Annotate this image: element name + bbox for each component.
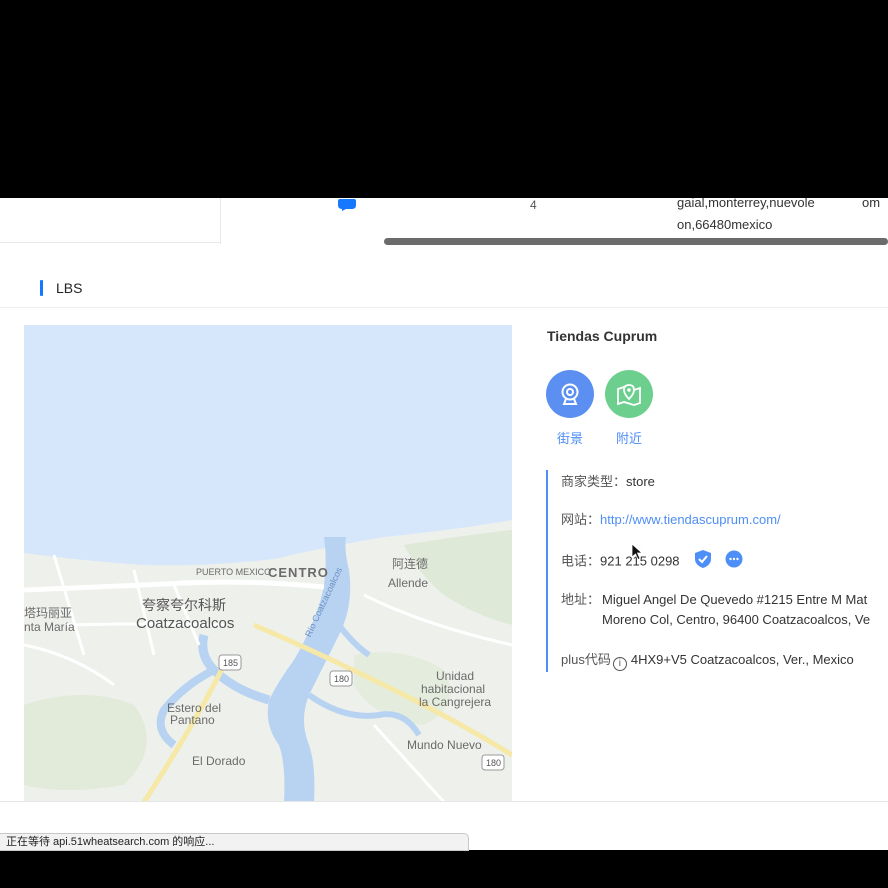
address-line: on,66480mexico xyxy=(677,217,773,232)
highway-shield: 185 xyxy=(223,658,238,668)
detail-value: store xyxy=(626,474,655,489)
map-label: El Dorado xyxy=(192,754,246,768)
map-label: 塔玛丽亚 xyxy=(24,606,72,620)
detail-label: 商家类型： xyxy=(561,474,627,489)
detail-label: plus代码 xyxy=(561,652,611,667)
address-line: Miguel Angel De Quevedo #1215 Entre M Ma… xyxy=(602,592,868,607)
detail-label: 电话： xyxy=(561,553,601,569)
address-line: gaial,monterrey,nuevole xyxy=(677,198,815,210)
address-line: Moreno Col, Centro, 96400 Coatzacoalcos,… xyxy=(602,612,871,627)
chat-icon[interactable] xyxy=(338,198,356,211)
table-divider xyxy=(0,242,220,243)
highway-shield: 180 xyxy=(334,674,349,684)
detail-row-phone: 电话：921 215 0298 xyxy=(561,550,743,574)
store-name: Tiendas Cuprum xyxy=(547,328,658,344)
table-cell-count: 4 xyxy=(530,198,537,212)
map-label: la Cangrejera xyxy=(419,695,491,709)
map-label: habitacional xyxy=(421,682,485,696)
street-view-label[interactable]: 街景 xyxy=(546,428,594,447)
detail-row-website: 网站：http://www.tiendascuprum.com/ xyxy=(561,510,781,530)
map-view[interactable]: PUERTO MEXICO CENTRO 阿连德 Allende 夸察夸尔科斯 … xyxy=(24,325,512,802)
mouse-cursor-icon xyxy=(632,544,644,560)
map-label: 夸察夸尔科斯 xyxy=(142,597,226,614)
map-label: 阿连德 xyxy=(392,556,428,571)
table-divider xyxy=(220,198,221,244)
browser-viewport: 4 gaial,monterrey,nuevole on,66480mexico… xyxy=(0,198,888,850)
map-label: Unidad xyxy=(436,669,474,683)
website-link[interactable]: http://www.tiendascuprum.com/ xyxy=(600,512,781,527)
nearby-label[interactable]: 附近 xyxy=(605,428,653,447)
address-value: Miguel Angel De Quevedo #1215 Entre M Ma… xyxy=(602,590,888,630)
street-view-icon[interactable] xyxy=(546,370,594,418)
map-label: CENTRO xyxy=(268,565,329,580)
verified-shield-icon[interactable] xyxy=(695,550,712,574)
map-pin-icon[interactable] xyxy=(605,370,653,418)
street-view-button[interactable]: 街景 xyxy=(546,370,594,447)
detail-row-address: 地址： Miguel Angel De Quevedo #1215 Entre … xyxy=(561,590,870,627)
table-cell-address: gaial,monterrey,nuevole on,66480mexico xyxy=(677,198,815,236)
store-details: 商家类型：store 网站：http://www.tiendascuprum.c… xyxy=(546,470,888,672)
map-label: Coatzacoalcos xyxy=(136,615,234,632)
section-accent-bar xyxy=(40,280,43,296)
divider xyxy=(0,801,888,802)
nearby-button[interactable]: 附近 xyxy=(605,370,653,447)
map-label: PUERTO MEXICO xyxy=(196,567,271,577)
detail-row-plus-code: plus代码 i 4HX9+V5 Coatzacoalcos, Ver., Mexi… xyxy=(561,650,854,671)
plus-code-value: 4HX9+V5 Coatzacoalcos, Ver., Mexico xyxy=(630,652,854,667)
info-icon[interactable]: i xyxy=(612,657,627,671)
detail-label: 地址： xyxy=(561,592,601,607)
map-label: Mundo Nuevo xyxy=(407,738,482,752)
results-table-remnant: 4 gaial,monterrey,nuevole on,66480mexico… xyxy=(0,198,888,245)
browser-status-bar: 正在等待 api.51wheatsearch.com 的响应... xyxy=(0,833,469,851)
horizontal-scrollbar[interactable] xyxy=(384,238,888,245)
section-header: LBS xyxy=(0,268,888,308)
chat-icon[interactable] xyxy=(725,550,743,574)
map-label: nta María xyxy=(24,620,75,634)
map-label: Allende xyxy=(388,576,428,590)
table-cell-truncated: om xyxy=(862,198,881,210)
detail-label: 网站： xyxy=(561,512,601,527)
highway-shield: 180 xyxy=(486,758,501,768)
map-label: Pantano xyxy=(170,713,215,727)
detail-row-type: 商家类型：store xyxy=(561,472,655,492)
section-title: LBS xyxy=(56,280,83,296)
